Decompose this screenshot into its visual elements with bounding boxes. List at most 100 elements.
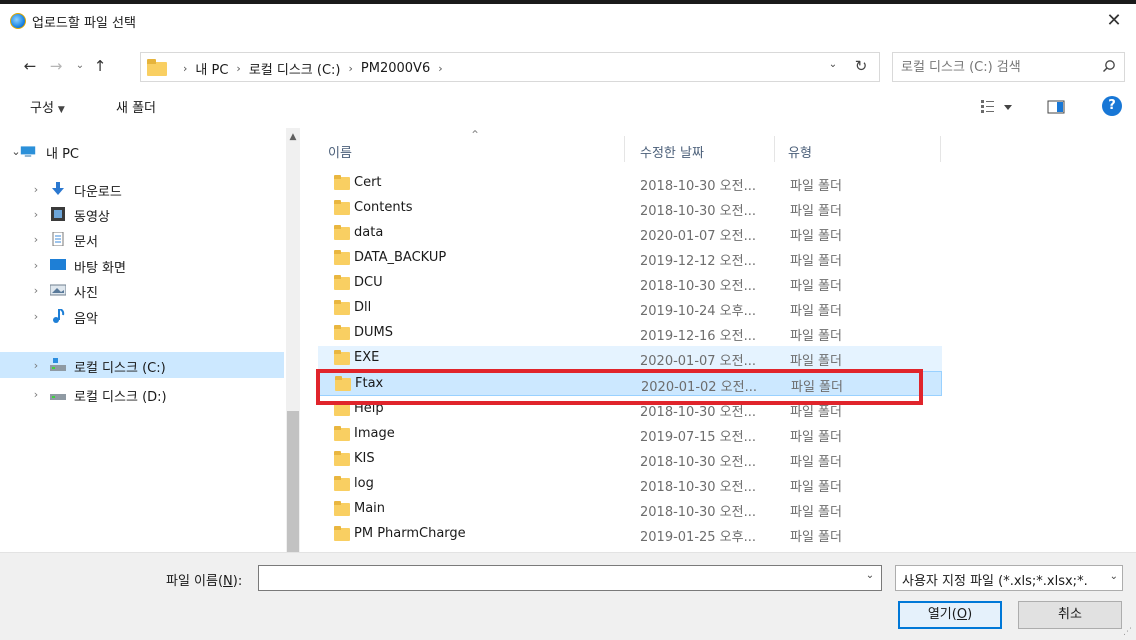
close-button[interactable]: ✕ — [1100, 8, 1128, 34]
column-divider[interactable] — [774, 136, 775, 162]
search-box[interactable] — [892, 52, 1125, 82]
nav-item-local-disk-d[interactable]: › 로컬 디스크 (D:) — [0, 381, 284, 407]
file-type: 파일 폴더 — [790, 405, 842, 420]
resize-grip-icon[interactable]: ⋰ — [1123, 627, 1132, 637]
breadcrumb-pm2000v6[interactable]: PM2000V6 — [361, 61, 430, 76]
file-row-dcu[interactable]: DCU 2018-10-30 오전... 파일 폴더 — [318, 271, 942, 296]
up-button[interactable]: ↑ — [90, 56, 110, 76]
breadcrumb-separator[interactable]: › — [236, 62, 240, 75]
search-input[interactable] — [901, 58, 1091, 76]
open-button[interactable]: 열기(O) — [898, 601, 1002, 629]
nav-label: 사진 — [74, 286, 98, 301]
column-header-name[interactable]: 이름 — [328, 142, 352, 161]
expand-chevron-icon[interactable]: › — [30, 284, 42, 297]
expand-chevron-icon[interactable]: › — [30, 259, 42, 272]
nav-item-pictures[interactable]: › 사진 — [0, 277, 284, 303]
help-button[interactable]: ? — [1102, 96, 1122, 116]
breadcrumb-local-disk-c[interactable]: 로컬 디스크 (C:) — [249, 59, 341, 78]
nav-label: 로컬 디스크 (D:) — [74, 390, 167, 405]
file-row-exe[interactable]: EXE 2020-01-07 오전... 파일 폴더 — [318, 346, 942, 371]
file-row-contents[interactable]: Contents 2018-10-30 오전... 파일 폴더 — [318, 196, 942, 221]
back-button[interactable]: ← — [20, 56, 40, 76]
nav-item-videos[interactable]: › 동영상 — [0, 201, 284, 227]
file-name: data — [354, 225, 384, 240]
filename-label-key: N — [223, 574, 233, 589]
expand-chevron-icon[interactable]: › — [30, 388, 42, 401]
breadcrumb-my-pc[interactable]: 내 PC — [195, 59, 228, 78]
chevron-down-icon[interactable]: ⌄ — [1110, 571, 1118, 582]
file-date: 2019-12-12 오전... — [640, 254, 756, 269]
column-header-date[interactable]: 수정한 날짜 — [640, 142, 704, 161]
file-row-cert[interactable]: Cert 2018-10-30 오전... 파일 폴더 — [318, 171, 942, 196]
scroll-up-arrow-icon[interactable]: ▲ — [286, 132, 300, 142]
column-divider[interactable] — [624, 136, 625, 162]
file-type: 파일 폴더 — [790, 530, 842, 545]
expand-chevron-icon[interactable]: › — [30, 359, 42, 372]
expand-chevron-icon[interactable]: › — [30, 183, 42, 196]
file-name: Help — [354, 401, 384, 416]
nav-label: 내 PC — [46, 147, 80, 162]
breadcrumb-separator[interactable]: › — [438, 62, 442, 75]
column-divider[interactable] — [940, 136, 941, 162]
file-row-log[interactable]: log 2018-10-30 오전... 파일 폴더 — [318, 472, 942, 497]
expand-chevron-icon[interactable]: › — [30, 208, 42, 221]
file-row-kis[interactable]: KIS 2018-10-30 오전... 파일 폴더 — [318, 447, 942, 472]
organize-button[interactable]: 구성 ▼ — [30, 97, 65, 116]
address-dropdown-button[interactable]: ⌄ — [823, 59, 843, 70]
nav-item-downloads[interactable]: › 다운로드 — [0, 176, 284, 202]
folder-icon — [334, 250, 350, 265]
expand-chevron-icon[interactable]: › — [30, 310, 42, 323]
view-options-icon[interactable] — [980, 98, 1016, 116]
forward-button[interactable]: → — [46, 56, 66, 76]
file-type: 파일 폴더 — [790, 254, 842, 269]
filename-combobox[interactable]: ⌄ — [258, 565, 882, 591]
nav-item-music[interactable]: › 음악 — [0, 303, 284, 329]
file-date: 2018-10-30 오전... — [640, 455, 756, 470]
nav-item-my-pc[interactable]: ⌄ 내 PC — [0, 138, 284, 164]
file-date: 2019-10-24 오후... — [640, 304, 756, 319]
file-row-dums[interactable]: DUMS 2019-12-16 오전... 파일 폴더 — [318, 321, 942, 346]
file-row-main[interactable]: Main 2018-10-30 오전... 파일 폴더 — [318, 497, 942, 522]
folder-icon — [334, 451, 350, 466]
video-icon — [51, 207, 65, 221]
nav-item-desktop[interactable]: › 바탕 화면 — [0, 252, 284, 278]
filename-input[interactable] — [263, 569, 853, 587]
folder-icon — [334, 401, 350, 416]
file-date: 2018-10-30 오전... — [640, 279, 756, 294]
file-row-data[interactable]: data 2020-01-07 오전... 파일 폴더 — [318, 221, 942, 246]
preview-pane-icon[interactable] — [1046, 98, 1066, 116]
file-row-pm-pharmcharge[interactable]: PM PharmCharge 2019-01-25 오후... 파일 폴더 — [318, 522, 942, 547]
file-date: 2019-12-16 오전... — [640, 329, 756, 344]
open-label-suffix: ) — [967, 607, 973, 622]
refresh-button[interactable]: ↻ — [849, 57, 873, 75]
expand-chevron-icon[interactable]: › — [30, 233, 42, 246]
window-title: 업로드할 파일 선택 — [32, 16, 136, 31]
search-icon[interactable] — [1102, 59, 1116, 73]
picture-icon — [50, 284, 66, 296]
title-bar: 업로드할 파일 선택 ✕ — [0, 4, 1136, 38]
folder-icon — [334, 225, 350, 240]
navigation-scrollbar[interactable]: ▲ — [286, 128, 300, 627]
nav-item-local-disk-c[interactable]: › 로컬 디스크 (C:) — [0, 352, 284, 378]
file-date: 2018-10-30 오전... — [640, 179, 756, 194]
file-type: 파일 폴더 — [790, 329, 842, 344]
cancel-button[interactable]: 취소 — [1018, 601, 1122, 629]
new-folder-button[interactable]: 새 폴더 — [116, 97, 156, 116]
file-row-data-backup[interactable]: DATA_BACKUP 2019-12-12 오전... 파일 폴더 — [318, 246, 942, 271]
file-row-help[interactable]: Help 2018-10-30 오전... 파일 폴더 — [318, 397, 942, 422]
command-bar: 구성 ▼ 새 폴더 ? — [0, 92, 1136, 122]
file-row-image[interactable]: Image 2019-07-15 오전... 파일 폴더 — [318, 422, 942, 447]
file-row-dll[interactable]: Dll 2019-10-24 오후... 파일 폴더 — [318, 296, 942, 321]
pc-icon — [20, 146, 36, 157]
file-date: 2018-10-30 오전... — [640, 505, 756, 520]
nav-item-documents[interactable]: › 문서 — [0, 226, 284, 252]
file-row-ftax[interactable]: Ftax 2020-01-02 오전... 파일 폴더 — [318, 371, 942, 396]
folder-icon — [335, 376, 351, 391]
recent-locations-button[interactable]: ⌄ — [70, 56, 90, 76]
chevron-down-icon[interactable]: ⌄ — [861, 570, 879, 581]
column-header-type[interactable]: 유형 — [788, 142, 812, 161]
file-type-filter-select[interactable]: 사용자 지정 파일 (*.xls;*.xlsx;*. ⌄ — [895, 565, 1123, 591]
breadcrumb-separator[interactable]: › — [349, 62, 353, 75]
file-type: 파일 폴더 — [790, 279, 842, 294]
address-bar[interactable]: › 내 PC › 로컬 디스크 (C:) › PM2000V6 › ⌄ ↻ — [140, 52, 880, 82]
